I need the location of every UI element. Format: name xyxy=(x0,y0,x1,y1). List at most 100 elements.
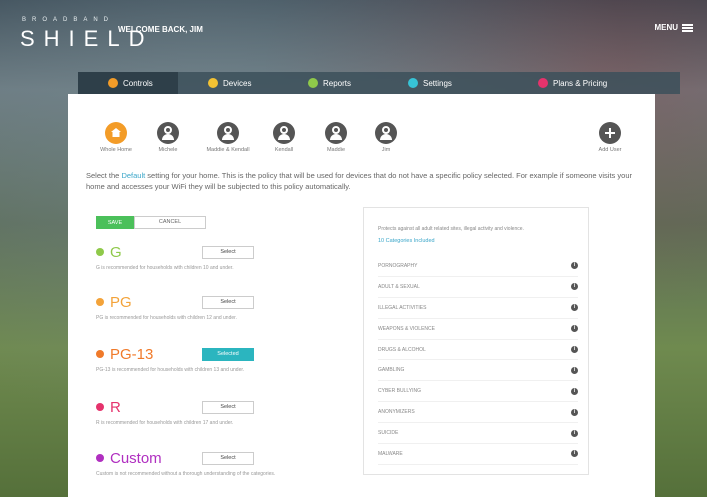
tab-label: Plans & Pricing xyxy=(553,78,608,88)
tab-plans-pricing[interactable]: Plans & Pricing xyxy=(478,72,618,94)
brand-tagline: BROADBAND xyxy=(22,17,115,23)
category-item: ILLEGAL ACTIVITIES i xyxy=(378,298,578,319)
category-list: PORNOGRAPHY i ADULT & SEXUAL i ILLEGAL ACT… xyxy=(378,256,578,465)
controls-icon xyxy=(108,78,118,88)
rating-name: G xyxy=(110,243,122,261)
category-item: GAMBLING i xyxy=(378,360,578,382)
category-label: MALWARE xyxy=(378,450,403,457)
info-icon[interactable]: i xyxy=(571,366,578,374)
tab-controls[interactable]: Controls xyxy=(78,72,178,94)
rating-color-dot xyxy=(96,298,104,306)
rating-color-dot xyxy=(96,403,104,411)
menu-label: MENU xyxy=(654,23,678,32)
controls-panel: Whole Home Michele Maddie & Kendall Kend… xyxy=(68,94,655,497)
info-icon[interactable]: i xyxy=(571,450,578,458)
intro-text-end: setting for your home. This is the polic… xyxy=(86,171,632,191)
category-label: PORNOGRAPHY xyxy=(378,262,418,269)
category-label: DRUGS & ALCOHOL xyxy=(378,346,426,353)
info-icon[interactable]: i xyxy=(571,429,578,437)
categories-included-link[interactable]: 10 Categories Included xyxy=(378,238,435,244)
intro-text-start: Select the xyxy=(86,171,122,180)
menu-button[interactable]: MENU xyxy=(654,23,693,32)
profile-whole-home[interactable]: Whole Home xyxy=(86,122,146,153)
tab-label: Reports xyxy=(323,78,352,88)
info-icon[interactable]: i xyxy=(571,262,578,270)
user-icon xyxy=(157,122,179,144)
rating-pg13: PG-13 Selected PG-13 is recommended for … xyxy=(96,344,356,374)
category-panel: Protects against all adult related sites… xyxy=(363,207,589,475)
selected-pg13-button[interactable]: Selected xyxy=(202,347,254,361)
profile-label: Kendall xyxy=(274,147,294,153)
reports-icon xyxy=(308,78,318,88)
profile-michele[interactable]: Michele xyxy=(138,122,198,153)
hamburger-icon xyxy=(682,23,693,32)
rating-name: PG xyxy=(110,293,132,311)
info-icon[interactable]: i xyxy=(571,283,578,291)
rating-description: PG is recommended for households with ch… xyxy=(96,315,237,321)
pricing-icon xyxy=(538,78,548,88)
tab-devices[interactable]: Devices xyxy=(178,72,278,94)
category-label: WEAPONS & VIOLENCE xyxy=(378,325,435,332)
category-label: CYBER BULLYING xyxy=(378,388,421,395)
profile-kendall[interactable]: Kendall xyxy=(254,122,314,153)
info-icon[interactable]: i xyxy=(571,387,578,395)
user-icon xyxy=(325,122,347,144)
select-g-button[interactable]: Select xyxy=(202,245,254,259)
info-icon[interactable]: i xyxy=(571,346,578,353)
category-label: ADULT & SEXUAL xyxy=(378,283,420,290)
info-icon[interactable]: i xyxy=(571,325,578,333)
user-icon xyxy=(217,122,239,144)
tab-settings[interactable]: Settings xyxy=(378,72,478,94)
category-summary: Protects against all adult related sites… xyxy=(378,226,524,232)
rating-r: R Select R is recommended for households… xyxy=(96,397,356,427)
plus-icon xyxy=(599,122,621,144)
user-icon xyxy=(375,122,397,144)
category-item: DRUGS & ALCOHOL i xyxy=(378,340,578,361)
home-icon xyxy=(105,122,127,144)
profile-maddie-kendall[interactable]: Maddie & Kendall xyxy=(198,122,258,153)
select-r-button[interactable]: Select xyxy=(202,400,254,414)
cancel-button[interactable]: CANCEL xyxy=(134,216,206,229)
policy-description: Select the Default setting for your home… xyxy=(86,170,636,192)
rating-pg: PG Select PG is recommended for househol… xyxy=(96,292,356,322)
category-item: SUICIDE i xyxy=(378,423,578,445)
rating-description: G is recommended for households with chi… xyxy=(96,265,234,271)
rating-g: G Select G is recommended for households… xyxy=(96,242,356,272)
category-item: ANONYMIZERS i xyxy=(378,402,578,424)
profile-label: Michele xyxy=(158,147,178,153)
category-item: WEAPONS & VIOLENCE i xyxy=(378,319,578,340)
tab-label: Devices xyxy=(223,78,252,88)
rating-name: R xyxy=(110,398,121,416)
select-pg-button[interactable]: Select xyxy=(202,295,254,309)
profile-label: Add User xyxy=(598,147,622,153)
rating-color-dot xyxy=(96,454,104,462)
tab-label: Controls xyxy=(123,78,153,88)
main-tabs: Controls Devices Reports Settings Plans … xyxy=(78,72,680,94)
info-icon[interactable]: i xyxy=(571,304,578,312)
profile-jim[interactable]: Jim xyxy=(356,122,416,153)
rating-custom: Custom Select Custom is not recommended … xyxy=(96,448,356,478)
category-item: MALWARE i xyxy=(378,444,578,465)
save-button[interactable]: SAVE xyxy=(96,216,134,229)
rating-name: PG-13 xyxy=(110,345,154,363)
rating-description: R is recommended for households with chi… xyxy=(96,420,234,426)
category-label: SUICIDE xyxy=(378,430,399,437)
select-custom-button[interactable]: Select xyxy=(202,451,254,465)
welcome-message: WELCOME BACK, JIM xyxy=(118,25,203,34)
rating-description: Custom is not recommended without a thor… xyxy=(96,471,276,477)
info-icon[interactable]: i xyxy=(571,408,578,416)
add-user-button[interactable]: Add User xyxy=(580,122,640,153)
devices-icon xyxy=(208,78,218,88)
user-icon xyxy=(273,122,295,144)
rating-name: Custom xyxy=(110,449,162,467)
category-item: ADULT & SEXUAL i xyxy=(378,277,578,298)
category-label: ANONYMIZERS xyxy=(378,409,415,416)
top-bar: BROADBAND SHIELD WELCOME BACK, JIM MENU xyxy=(0,0,707,70)
profile-label: Whole Home xyxy=(100,147,132,153)
default-link[interactable]: Default xyxy=(121,171,145,180)
tab-reports[interactable]: Reports xyxy=(278,72,378,94)
rating-color-dot xyxy=(96,248,104,256)
profile-selector: Whole Home Michele Maddie & Kendall Kend… xyxy=(86,122,638,162)
category-label: GAMBLING xyxy=(378,367,405,374)
form-actions: SAVE CANCEL xyxy=(96,216,206,229)
